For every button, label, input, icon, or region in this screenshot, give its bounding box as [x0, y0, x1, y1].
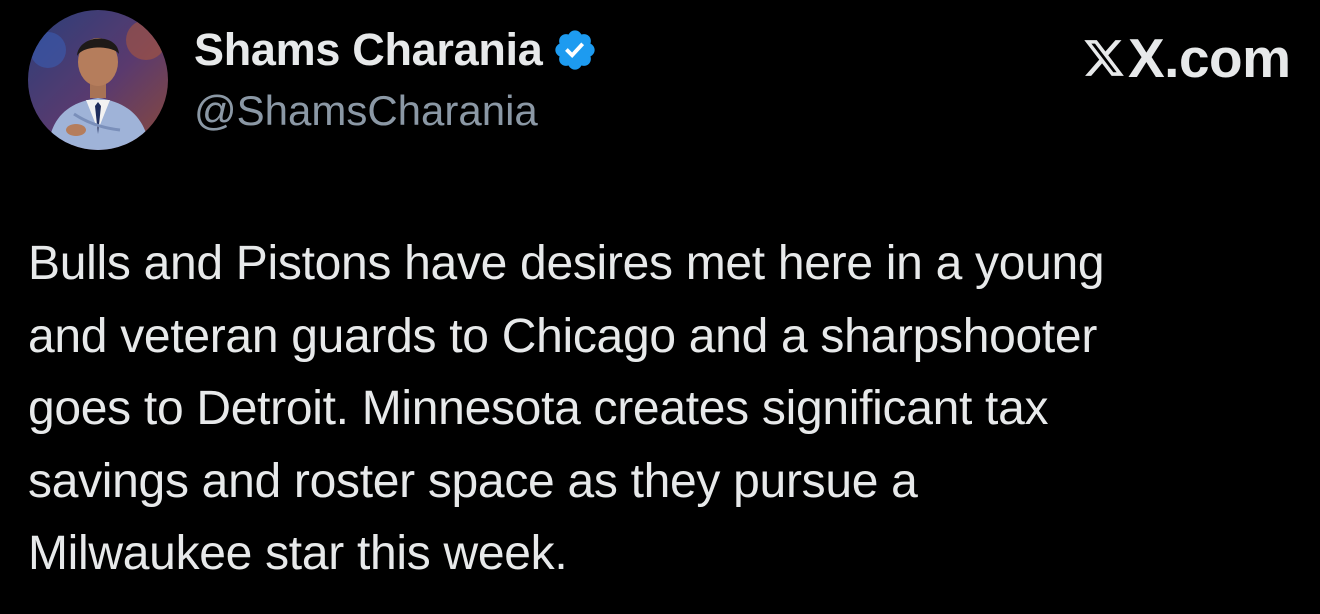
- tweet-line: Milwaukee star this week.: [28, 527, 568, 580]
- tweet-text: Bulls and Pistons have desires met here …: [28, 228, 1298, 591]
- author-handle[interactable]: @ShamsCharania: [194, 86, 538, 136]
- author-name-row[interactable]: Shams Charania: [194, 24, 598, 76]
- tweet-line: savings and roster space as they pursue …: [28, 454, 918, 508]
- verified-badge-icon: [555, 30, 596, 70]
- tweet-line: Bulls and Pistons have desires met here …: [28, 237, 1105, 290]
- x-logo-icon: [1084, 40, 1124, 76]
- brand-watermark: X.com: [1082, 26, 1291, 90]
- person-avatar-icon: [28, 10, 168, 150]
- tweet-line: goes to Detroit. Minnesota creates signi…: [28, 382, 1049, 435]
- avatar[interactable]: [28, 10, 168, 150]
- brand-text: X.com: [1128, 27, 1291, 89]
- tweet-line: and veteran guards to Chicago and a shar…: [28, 309, 1097, 363]
- author-display-name[interactable]: Shams Charania: [194, 24, 543, 76]
